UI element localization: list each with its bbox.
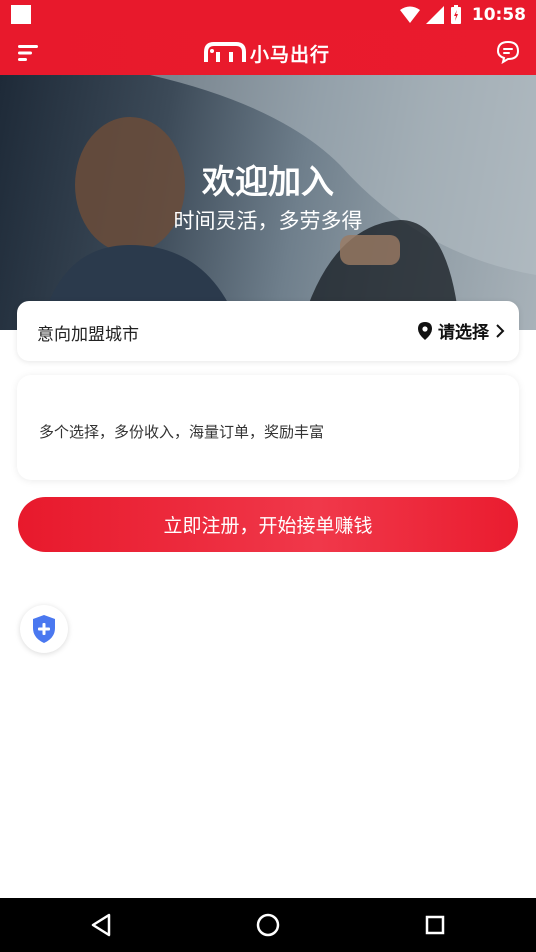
home-icon <box>256 913 280 937</box>
register-button[interactable]: 立即注册，开始接单赚钱 <box>18 497 518 552</box>
back-button[interactable] <box>86 910 116 940</box>
hero-title: 欢迎加入 <box>202 162 334 201</box>
city-select[interactable]: 请选择 <box>418 318 505 343</box>
notification-app-icon <box>11 5 31 24</box>
wifi-icon <box>399 6 420 23</box>
description-text: 多个选择，多份收入，海量订单，奖励丰富 <box>39 423 325 441</box>
clock: 10:58 <box>471 5 526 25</box>
app-logo: 小马出行 <box>204 40 330 66</box>
app-header: 小马出行 <box>0 30 536 75</box>
chevron-right-icon <box>496 323 505 338</box>
logo-horse-icon <box>204 42 246 62</box>
status-bar: 10:58 <box>0 0 536 30</box>
menu-icon[interactable] <box>18 44 40 62</box>
city-selector-card[interactable]: 意向加盟城市 请选择 <box>17 301 519 361</box>
recents-button[interactable] <box>420 910 450 940</box>
status-icons: 10:58 <box>399 3 526 27</box>
hero-subtitle: 时间灵活，多劳多得 <box>173 209 363 233</box>
back-icon <box>91 913 111 937</box>
hero-banner: 欢迎加入 时间灵活，多劳多得 <box>0 75 536 330</box>
shield-plus-icon <box>33 615 55 643</box>
city-select-text: 请选择 <box>438 323 489 343</box>
location-pin-icon <box>418 321 432 340</box>
description-card: 多个选择，多份收入，海量订单，奖励丰富 <box>17 375 519 480</box>
recents-icon <box>425 915 445 935</box>
safety-shield-button[interactable] <box>20 605 68 653</box>
chat-icon[interactable] <box>496 40 520 64</box>
system-nav-bar <box>0 898 536 952</box>
city-label: 意向加盟城市 <box>37 325 139 345</box>
home-button[interactable] <box>253 910 283 940</box>
battery-icon <box>450 5 461 24</box>
signal-icon <box>425 6 444 24</box>
logo-text: 小马出行 <box>250 43 331 66</box>
